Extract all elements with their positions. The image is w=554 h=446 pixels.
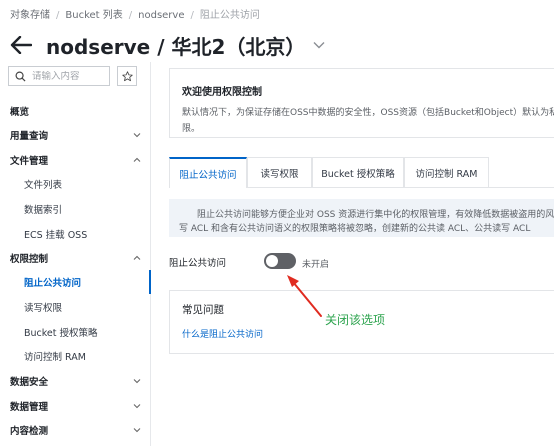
sidebar-item-label: 数据安全 (10, 377, 49, 388)
breadcrumb: 对象存储 / Bucket 列表 / nodserve / 阻止公共访问 (10, 6, 260, 21)
tab-ram[interactable]: 访问控制 RAM (404, 157, 489, 187)
sidebar-item-label: 访问控制 RAM (24, 352, 86, 363)
block-public-access-label: 阻止公共访问 (169, 258, 227, 269)
toggle-state-text: 未开启 (302, 260, 330, 270)
welcome-description-cont: 限。 (182, 124, 201, 134)
chevron-down-icon (133, 404, 141, 409)
chevron-down-icon (133, 428, 141, 433)
breadcrumb-item-object-storage[interactable]: 对象存储 (10, 10, 50, 21)
search-icon (15, 71, 26, 82)
sidebar-item-rw-permission[interactable]: 读写权限 (0, 295, 150, 319)
welcome-card: 欢迎使用权限控制 默认情况下，为保证存储在OSS中数据的安全性，OSS资源（包括… (169, 68, 554, 138)
sidebar-search (8, 66, 110, 86)
sidebar-item-ram[interactable]: 访问控制 RAM (0, 344, 150, 368)
breadcrumb-separator: / (128, 10, 133, 21)
toggle-knob (266, 255, 278, 267)
notice-text-cont: 写 ACL 和含有公共访问语义的权限策略将被忽略，创建新的公共读 ACL、公共读… (179, 224, 531, 234)
sidebar-item-access-control[interactable]: 权限控制 (0, 246, 150, 270)
sidebar-item-content-detection[interactable]: 内容检测 (0, 418, 150, 442)
sidebar-item-label: 文件列表 (24, 180, 63, 191)
tab-rw-permission[interactable]: 读写权限 (247, 157, 312, 187)
info-notice: 阻止公共访问能够方便企业对 OSS 资源进行集中化的权限管理，有效降低数据被盗用… (169, 199, 554, 237)
welcome-title: 欢迎使用权限控制 (182, 87, 262, 98)
sidebar-item-label: ECS 挂载 OSS (24, 230, 88, 241)
sidebar-item-bucket-policy[interactable]: Bucket 授权策略 (0, 320, 150, 344)
block-public-access-toggle[interactable] (264, 253, 296, 269)
search-input[interactable] (32, 70, 108, 82)
faq-link[interactable]: 什么是阻止公共访问 (182, 327, 263, 340)
chevron-up-icon (133, 255, 141, 260)
annotation-text: 关闭该选项 (325, 313, 386, 327)
notice-text: 阻止公共访问能够方便企业对 OSS 资源进行集中化的权限管理，有效降低数据被盗用… (197, 210, 554, 220)
sidebar-item-data-index[interactable]: 数据索引 (0, 197, 150, 221)
breadcrumb-item-bucket-list[interactable]: Bucket 列表 (65, 10, 122, 21)
sidebar-item-label: 阻止公共访问 (24, 278, 82, 289)
breadcrumb-item-bucket[interactable]: nodserve (138, 10, 184, 21)
sidebar-item-overview[interactable]: 概览 (0, 99, 150, 123)
sidebar-item-label: 内容检测 (10, 426, 49, 437)
chevron-down-icon (133, 379, 141, 384)
sidebar-item-label: 用量查询 (10, 131, 49, 142)
chevron-down-icon (133, 133, 141, 138)
sidebar-item-label: 读写权限 (24, 303, 63, 314)
favorite-button[interactable] (117, 66, 137, 86)
permission-tabs: 阻止公共访问 读写权限 Bucket 授权策略 访问控制 RAM (169, 157, 554, 188)
oss-console-page: 对象存储 / Bucket 列表 / nodserve / 阻止公共访问 nodserve … (0, 0, 554, 446)
sidebar-item-usage[interactable]: 用量查询 (0, 123, 150, 147)
sidebar-item-file-list[interactable]: 文件列表 (0, 172, 150, 196)
chevron-up-icon (133, 157, 141, 162)
breadcrumb-separator: / (190, 10, 194, 21)
welcome-description: 默认情况下，为保证存储在OSS中数据的安全性，OSS资源（包括Bucket和Ob… (182, 108, 554, 118)
sidebar-item-label: 概览 (10, 107, 30, 118)
star-icon (121, 70, 133, 81)
sidebar-item-block-public-access[interactable]: 阻止公共访问 (0, 270, 151, 294)
breadcrumb-current: 阻止公共访问 (199, 10, 260, 21)
sidebar-item-data-security[interactable]: 数据安全 (0, 369, 150, 393)
faq-title: 常见问题 (182, 304, 224, 316)
page-title: nodserve / 华北2（北京） (46, 34, 306, 59)
sidebar-item-label: 文件管理 (10, 156, 49, 167)
sidebar-item-ecs-mount[interactable]: ECS 挂载 OSS (0, 222, 150, 246)
sidebar: 概览 用量查询 文件管理 文件列表 数据索引 ECS 挂载 OSS 权限控制 阻… (0, 62, 151, 446)
tab-bucket-policy[interactable]: Bucket 授权策略 (312, 157, 404, 187)
breadcrumb-separator: / (56, 10, 60, 21)
back-arrow-icon[interactable] (10, 36, 32, 54)
tab-block-public-access[interactable]: 阻止公共访问 (169, 157, 247, 188)
sidebar-item-label: Bucket 授权策略 (24, 328, 98, 339)
sidebar-item-label: 权限控制 (10, 254, 49, 265)
chevron-down-icon[interactable] (313, 41, 325, 49)
sidebar-item-data-management[interactable]: 数据管理 (0, 394, 150, 418)
sidebar-item-label: 数据索引 (24, 205, 63, 216)
page-header: nodserve / 华北2（北京） (10, 30, 325, 60)
sidebar-item-file-management[interactable]: 文件管理 (0, 148, 150, 172)
sidebar-item-label: 数据管理 (10, 402, 49, 413)
